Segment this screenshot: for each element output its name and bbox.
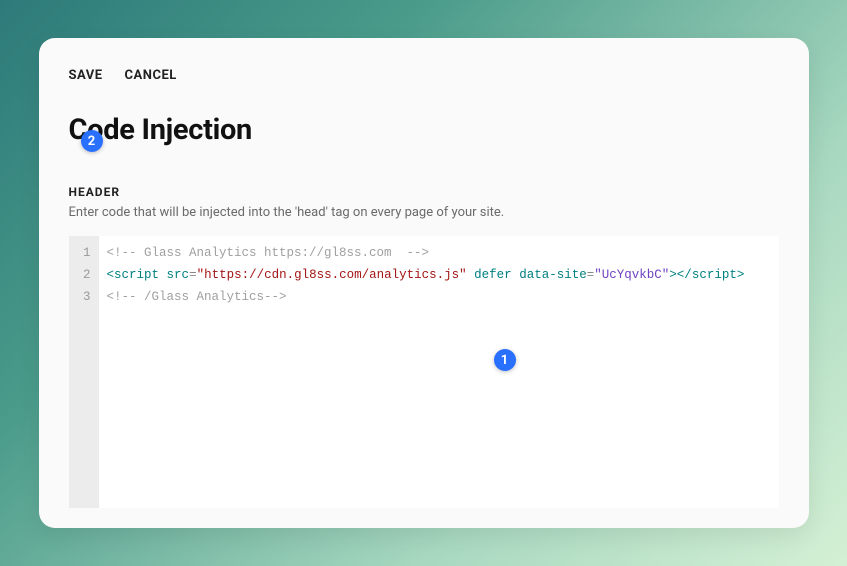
code-quote: " [197,268,205,282]
code-tag: script [692,268,737,282]
code-quote: " [459,268,467,282]
editor-gutter: 1 2 3 [69,236,99,508]
code-quote: " [594,268,602,282]
code-tag: > [737,268,745,282]
code-tag: </ [677,268,692,282]
action-bar: SAVE CANCEL [69,68,779,83]
code-attr: src [167,268,190,282]
code-comment: <!-- Glass Analytics https://gl8ss.com -… [107,246,430,260]
code-tag: > [669,268,677,282]
code-text: = [189,268,197,282]
code-attr: data-site [519,268,587,282]
cancel-button[interactable]: CANCEL [125,68,177,83]
settings-card: SAVE CANCEL Code Injection HEADER Enter … [39,38,809,528]
section-desc: Enter code that will be injected into th… [69,205,779,220]
line-number: 3 [77,286,91,308]
code-editor[interactable]: 1 2 3 <!-- Glass Analytics https://gl8ss… [69,236,779,508]
editor-content[interactable]: <!-- Glass Analytics https://gl8ss.com -… [99,236,779,508]
code-comment: <!-- /Glass Analytics--> [107,290,287,304]
annotation-badge-1: 1 [494,349,516,371]
code-string: https://cdn.gl8ss.com/analytics.js [204,268,459,282]
code-string: UcYqvkbC [602,268,662,282]
line-number: 1 [77,242,91,264]
code-text [159,268,167,282]
code-tag: < [107,268,115,282]
annotation-badge-2: 2 [81,130,103,152]
page-title: Code Injection [69,113,779,147]
code-tag: script [114,268,159,282]
line-number: 2 [77,264,91,286]
section-label-header: HEADER [69,185,779,199]
code-attr: defer [474,268,512,282]
save-button[interactable]: SAVE [69,68,103,83]
